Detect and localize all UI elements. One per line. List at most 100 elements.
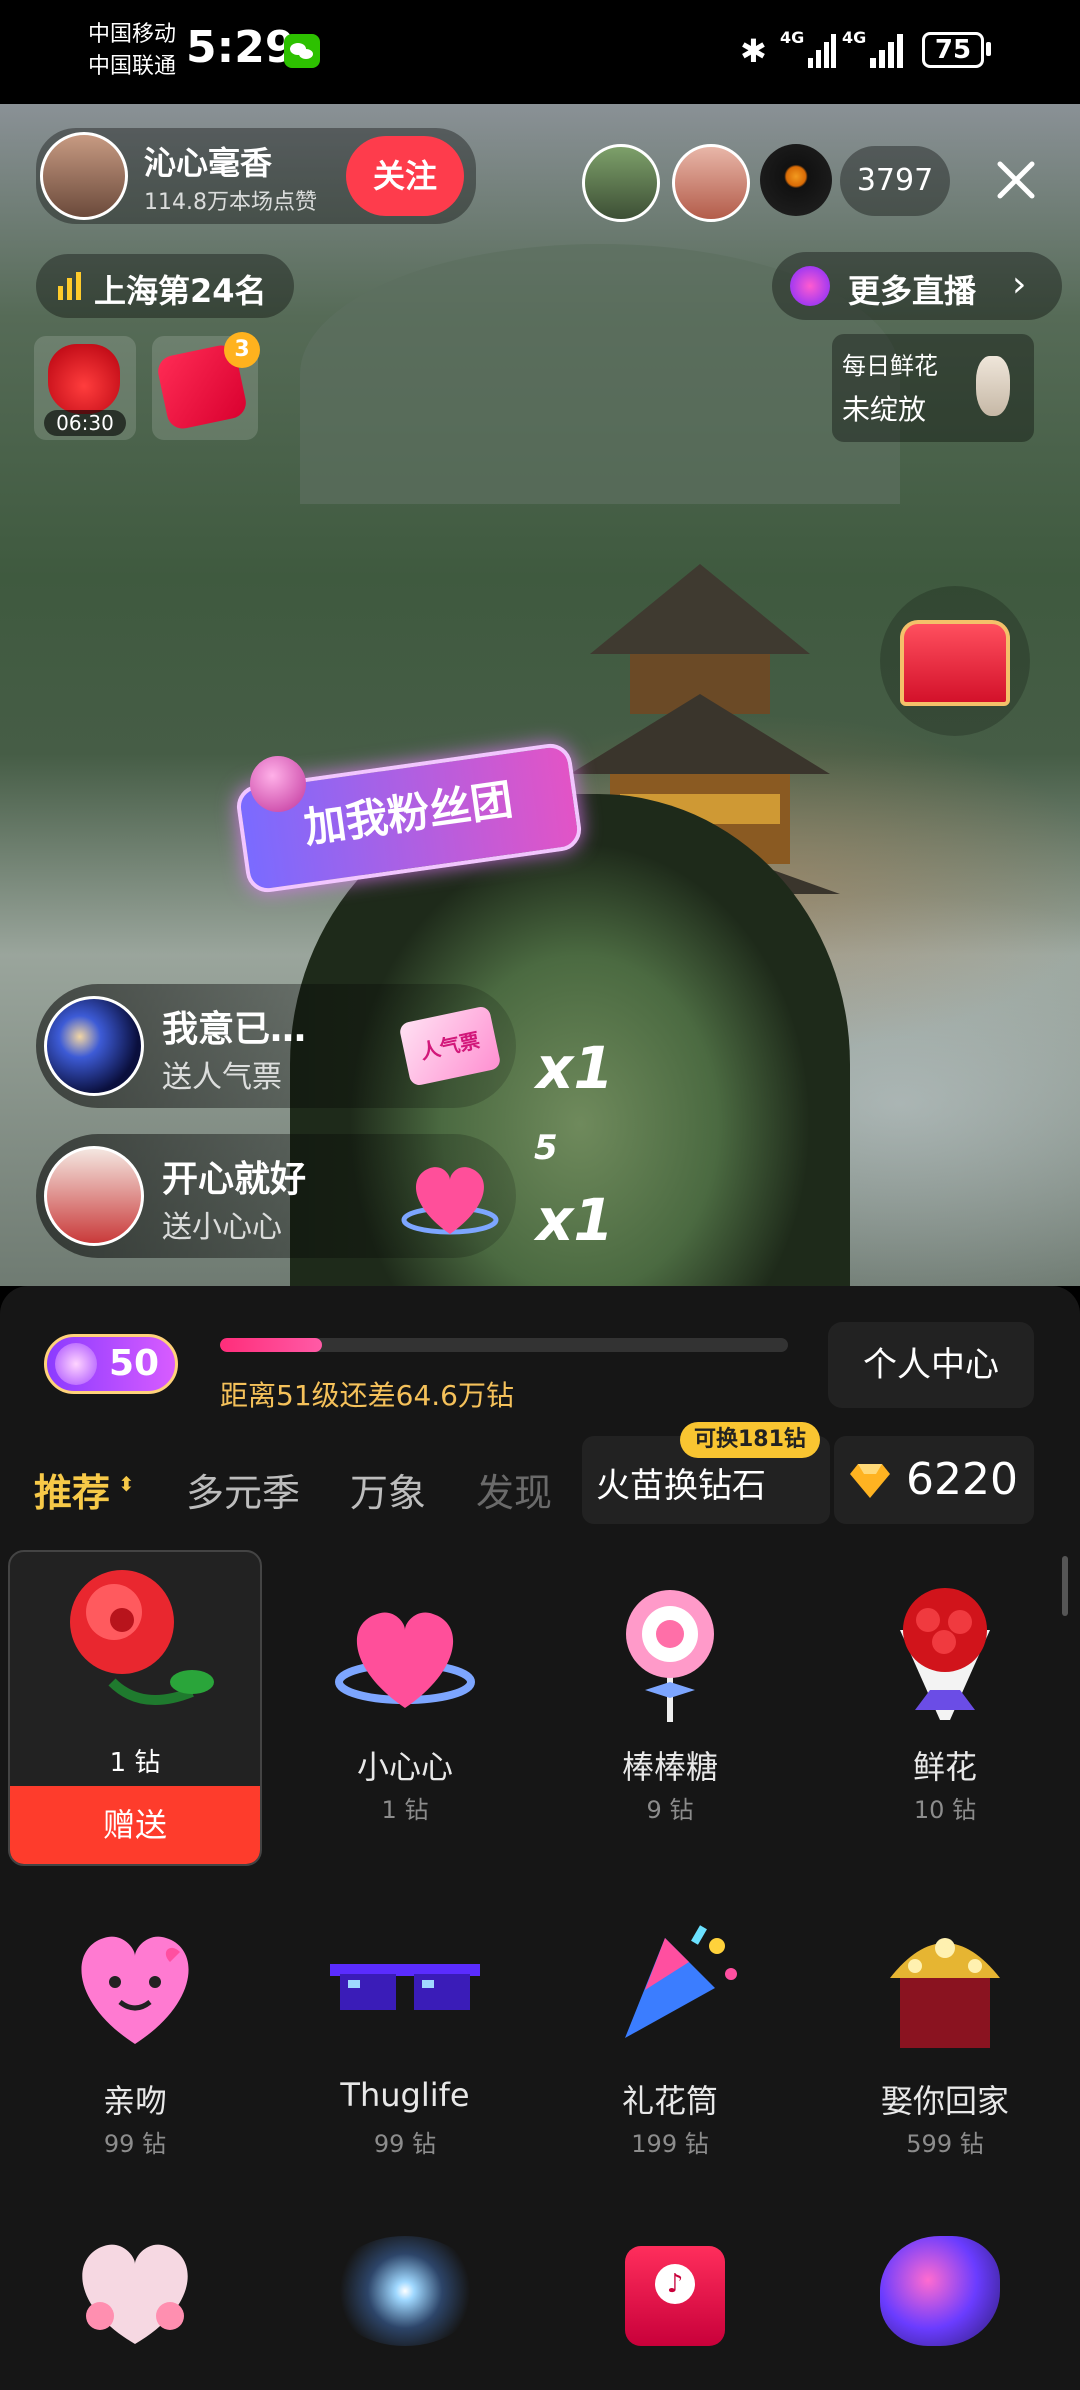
battery-tip <box>986 42 991 56</box>
treasure-chest-button[interactable] <box>880 586 1030 736</box>
host-avatar[interactable] <box>40 132 128 220</box>
tab-vientiane[interactable]: 万象 <box>350 1462 426 1517</box>
send-button[interactable]: 赠送 <box>10 1786 260 1864</box>
gift-panel: 50 距离51级还差64.6万钻 个人中心 推荐 ⬍ 多元季 万象 发现 火苗换… <box>0 1286 1080 2390</box>
vase-icon <box>976 356 1010 416</box>
network-1: 4G <box>780 28 805 47</box>
level-number: 50 <box>109 1343 160 1384</box>
signal-1-icon <box>808 34 836 72</box>
disco-ball-icon <box>250 756 306 812</box>
gift-item[interactable]: 亲吻 99 钻 <box>0 1898 270 2208</box>
love-heart-gift-icon[interactable] <box>60 2236 210 2346</box>
bluetooth-icon: ✱ <box>740 32 767 70</box>
gift-name: 鲜花 <box>912 1748 977 1786</box>
sender-avatar[interactable] <box>44 1146 144 1246</box>
gift-action: 送人气票 <box>162 1060 282 1095</box>
sender-name: 开心就好 <box>162 1159 307 1200</box>
level-progress-bar <box>220 1338 788 1352</box>
gift-price: 1 钻 <box>109 1748 161 1778</box>
viewer-avatar-2[interactable] <box>672 144 750 222</box>
viewer-avatar-3[interactable] <box>760 144 832 216</box>
gift-price: 599 钻 <box>906 2130 984 2158</box>
combo-number: 5 <box>534 1128 558 1168</box>
gift-count: x1 <box>536 1034 614 1102</box>
network-2: 4G <box>842 28 867 47</box>
daily-flower-status: 未绽放 <box>842 393 927 426</box>
gift-feed-item[interactable]: 我意已… 送人气票 人气票 <box>36 984 516 1108</box>
carrier-2: 中国联通 <box>88 54 177 79</box>
gift-name: 小心心 <box>356 1748 453 1786</box>
gift-name: 棒棒糖 <box>621 1748 718 1786</box>
party-popper-icon <box>605 1918 745 2058</box>
host-name: 沁心毫香 <box>144 144 273 182</box>
daily-flower-widget[interactable]: 每日鲜花 未绽放 <box>832 334 1034 442</box>
gift-item[interactable]: Thuglife 99 钻 <box>270 1898 540 2208</box>
exchange-label: 火苗换钻石 <box>596 1466 766 1506</box>
red-envelope-icon[interactable]: ♪ <box>625 2246 725 2346</box>
music-note-icon: ♪ <box>655 2264 695 2304</box>
viewer-avatar-1[interactable] <box>582 144 660 222</box>
close-icon[interactable] <box>986 150 1046 210</box>
diamond-count: 6220 <box>906 1454 1018 1505</box>
gift-item[interactable]: 小心心 1 钻 <box>270 1550 540 1862</box>
gift-item-selected[interactable]: 1 钻 赠送 <box>8 1550 262 1866</box>
level-gem-icon <box>55 1343 97 1385</box>
host-info-bar[interactable]: 沁心毫香 114.8万本场点赞 关注 <box>36 128 476 224</box>
signal-bars-icon <box>58 272 82 304</box>
exchange-badge: 可换181钻 <box>680 1422 820 1458</box>
rank-badge[interactable]: 上海第24名 <box>36 254 294 318</box>
gift-price: 9 钻 <box>646 1796 694 1824</box>
red-packet-widget[interactable]: 3 <box>152 332 260 440</box>
diamond-balance[interactable]: 6220 <box>834 1436 1034 1524</box>
treasure-chest-icon <box>900 620 1010 706</box>
clock: 5:29 <box>186 22 296 73</box>
viewer-count[interactable]: 3797 <box>840 146 950 216</box>
tab-recommend[interactable]: 推荐 <box>34 1462 110 1517</box>
gift-feed-item[interactable]: 开心就好 送小心心 <box>36 1134 516 1258</box>
rank-label: 上海第24名 <box>94 272 267 310</box>
sender-avatar[interactable] <box>44 996 144 1096</box>
sunglasses-icon <box>330 1954 480 2024</box>
wechat-icon <box>284 34 320 68</box>
more-live-button[interactable]: 更多直播 › <box>772 252 1062 320</box>
gift-item[interactable]: 鲜花 10 钻 <box>810 1550 1080 1862</box>
lucky-bag-widget[interactable]: 06:30 <box>34 336 136 440</box>
gift-name: 礼花筒 <box>621 2082 718 2120</box>
phoenix-crown-icon <box>880 1918 1010 2058</box>
gift-count: x1 <box>536 1186 614 1254</box>
sender-name: 我意已… <box>162 1009 307 1050</box>
diamond-icon <box>850 1464 890 1502</box>
carrier-1: 中国移动 <box>88 22 177 47</box>
lucky-bag-timer: 06:30 <box>44 410 126 436</box>
tab-multi-season[interactable]: 多元季 <box>186 1462 300 1517</box>
follow-button[interactable]: 关注 <box>346 136 464 216</box>
host-likes: 114.8万本场点赞 <box>144 190 317 215</box>
kiss-heart-icon <box>60 1922 210 2052</box>
live-stream-view[interactable]: 沁心毫香 114.8万本场点赞 关注 3797 上海第24名 更多直播 › 06… <box>0 104 1080 1286</box>
more-live-label: 更多直播 <box>848 272 977 310</box>
gift-price: 199 钻 <box>631 2130 709 2158</box>
battery-indicator: 75 <box>922 32 984 68</box>
gift-name: Thuglife <box>340 2076 470 2114</box>
signal-2-icon <box>870 34 904 72</box>
level-badge[interactable]: 50 <box>44 1334 178 1394</box>
sort-icon: ⬍ <box>118 1472 135 1496</box>
level-text: 距离51级还差64.6万钻 <box>220 1379 514 1412</box>
fantasy-creature-icon[interactable] <box>880 2236 1000 2346</box>
gift-name: 娶你回家 <box>880 2082 1009 2120</box>
gift-item[interactable]: 棒棒糖 9 钻 <box>535 1550 805 1862</box>
live-dot-icon <box>790 266 830 306</box>
lucky-bag-icon <box>48 344 120 414</box>
fireworks-icon[interactable] <box>330 2236 480 2346</box>
heart-gift-icon <box>400 1154 500 1244</box>
gift-item[interactable]: 礼花筒 199 钻 <box>535 1898 805 2208</box>
ticket-gift-icon: 人气票 <box>398 1005 502 1087</box>
personal-center-button[interactable]: 个人中心 <box>828 1322 1034 1408</box>
tab-discover[interactable]: 发现 <box>476 1462 552 1517</box>
gift-action: 送小心心 <box>162 1210 282 1245</box>
daily-flower-title: 每日鲜花 <box>842 352 938 380</box>
gift-item[interactable]: 娶你回家 599 钻 <box>810 1898 1080 2208</box>
red-packet-badge: 3 <box>224 332 260 368</box>
bouquet-icon <box>880 1580 1010 1730</box>
gift-name: 亲吻 <box>102 2082 167 2120</box>
